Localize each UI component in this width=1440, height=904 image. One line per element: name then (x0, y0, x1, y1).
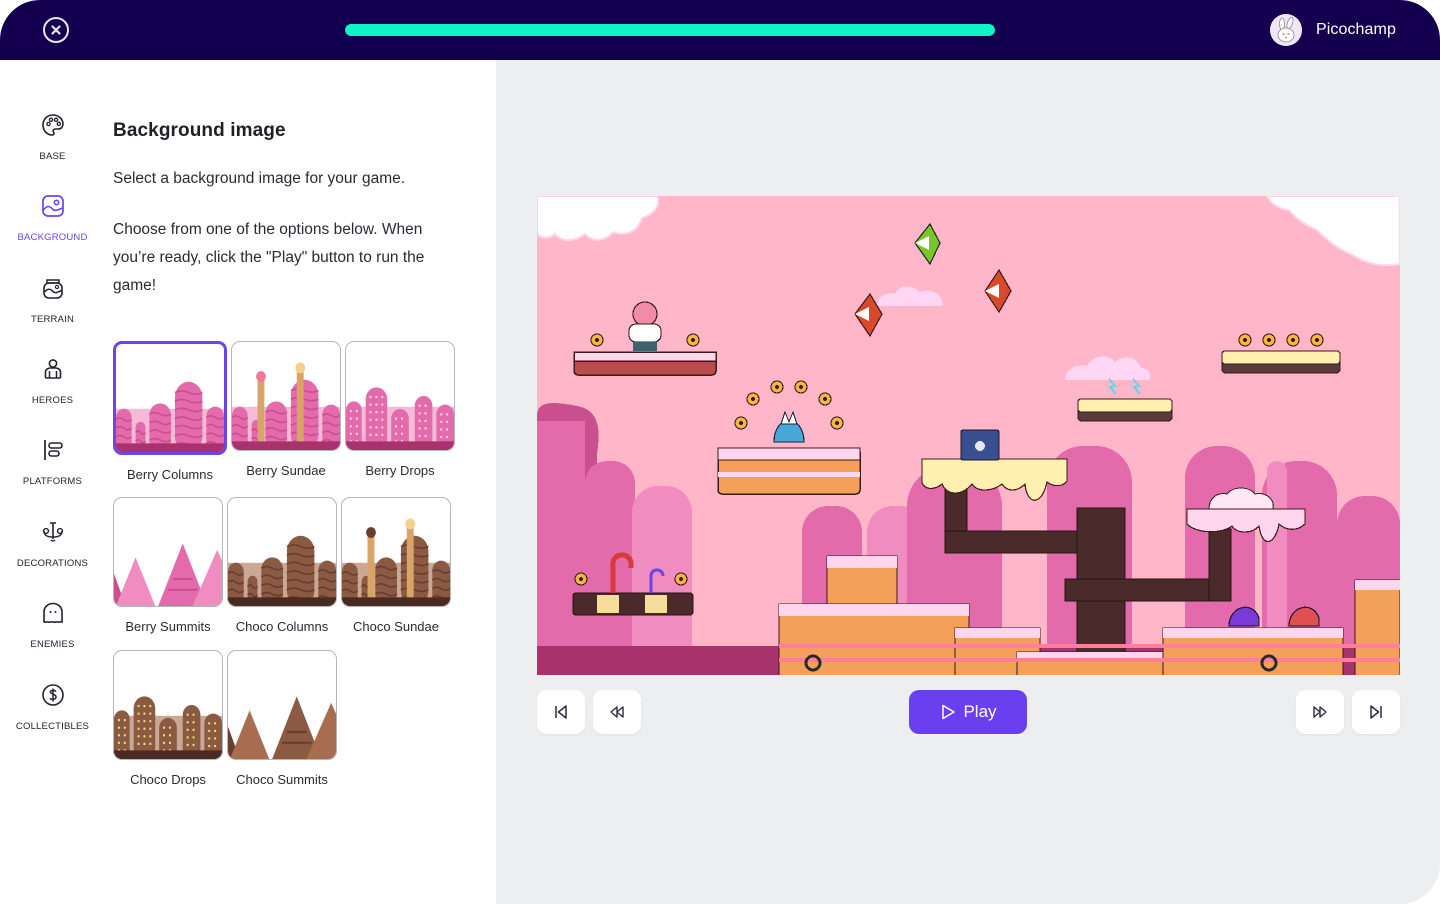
skip-to-end-icon (1370, 705, 1382, 719)
background-option-choco-summits[interactable] (227, 650, 337, 760)
background-option-berry-drops[interactable] (345, 341, 455, 451)
skip-to-start-icon (555, 705, 567, 719)
background-option-choco-sundae[interactable] (341, 497, 451, 607)
bunny-avatar-icon (1269, 14, 1302, 46)
skip-to-start-button[interactable] (537, 690, 585, 734)
platform (573, 351, 717, 376)
username: Picochamp (1315, 21, 1396, 38)
background-option-choco-drops[interactable] (113, 650, 223, 760)
fast-forward-icon (1313, 706, 1327, 718)
progress-bar (345, 24, 995, 36)
panel-instructions: Choose from one of the options below. Wh… (113, 221, 425, 294)
background-thumbnail-art (232, 362, 340, 450)
background-option-label: Choco Drops (130, 772, 206, 787)
palette-icon (41, 114, 64, 136)
game-scene (537, 196, 1400, 675)
cream-platform (1077, 398, 1173, 422)
background-option-choco-columns[interactable] (227, 497, 337, 607)
sidebar-item-label: BACKGROUND (17, 232, 88, 243)
image-icon (41, 195, 64, 217)
panel-title: Background image (113, 120, 286, 141)
background-thumbnail-art (228, 535, 336, 606)
background-option-berry-columns[interactable] (113, 341, 227, 455)
align-left-bars-icon (43, 440, 63, 460)
sidebar-item-label: ENEMIES (30, 639, 75, 650)
app-window: Picochamp BASE BACKGROUND TERRAIN HEROES… (0, 0, 1440, 904)
background-thumbnail-art (114, 543, 222, 606)
sidebar-item-terrain[interactable]: TERRAIN (0, 275, 105, 345)
cream-platform (1221, 350, 1341, 374)
top-bar: Picochamp (0, 0, 1440, 60)
sidebar-item-label: HEROES (31, 395, 74, 406)
sidebar-item-platforms[interactable]: PLATFORMS (0, 437, 105, 507)
background-thumbnail-art (342, 518, 450, 606)
sidebar-item-collectibles[interactable]: COLLECTIBLES (0, 682, 105, 752)
sidebar-item-base[interactable]: BASE (0, 112, 105, 182)
play-button[interactable]: Play (909, 690, 1027, 734)
play-button-label: Play (963, 702, 997, 721)
sidebar-item-label: BASE (39, 151, 66, 162)
dollar-coin-icon (41, 684, 64, 706)
background-option-label: Berry Columns (127, 467, 213, 482)
background-thumbnail-art (116, 381, 224, 452)
sidebar-item-label: COLLECTIBLES (15, 721, 90, 732)
sidebar-item-label: DECORATIONS (16, 558, 89, 569)
sidebar-item-enemies[interactable]: ENEMIES (0, 600, 105, 670)
close-button[interactable] (43, 17, 69, 43)
game-preview-canvas[interactable] (537, 196, 1400, 675)
background-option-label: Berry Summits (125, 619, 211, 634)
background-option-label: Choco Columns (235, 619, 329, 634)
hero-sprite (628, 301, 662, 351)
fast-forward-button[interactable] (1296, 690, 1344, 734)
sidebar-item-heroes[interactable]: HEROES (0, 356, 105, 426)
background-option-label: Berry Sundae (246, 463, 326, 478)
rewind-icon (610, 706, 624, 718)
background-option-label: Choco Summits (236, 772, 328, 787)
background-thumbnail-art (346, 387, 454, 450)
background-option-berry-sundae[interactable] (231, 341, 341, 451)
panel-intro: Select a background image for your game. (113, 170, 406, 187)
sidebar-item-label: PLATFORMS (22, 476, 83, 487)
play-icon (942, 704, 956, 720)
avatar (1269, 14, 1302, 46)
background-option-label: Berry Drops (365, 463, 435, 478)
background-thumbnail-art (114, 696, 222, 759)
background-option-berry-summits[interactable] (113, 497, 223, 607)
background-thumbnail-art (228, 696, 336, 759)
skip-to-end-button[interactable] (1352, 690, 1400, 734)
background-option-label: Choco Sundae (352, 619, 439, 634)
sidebar-item-label: TERRAIN (30, 314, 75, 325)
terrain-jar-icon (42, 279, 63, 299)
ghost-icon (42, 602, 63, 624)
chandelier-icon (42, 522, 63, 542)
treasure-chest (960, 429, 1000, 461)
person-icon (44, 359, 61, 379)
category-sidebar: BASE BACKGROUND TERRAIN HEROES PLATFORMS… (0, 60, 105, 904)
rewind-button[interactable] (593, 690, 641, 734)
sidebar-item-background[interactable]: BACKGROUND (0, 193, 105, 263)
cake-platform (717, 447, 861, 495)
sidebar-item-decorations[interactable]: DECORATIONS (0, 519, 105, 589)
user-menu[interactable]: Picochamp (1269, 14, 1396, 46)
close-icon (51, 25, 61, 35)
progress-fill (345, 24, 995, 36)
